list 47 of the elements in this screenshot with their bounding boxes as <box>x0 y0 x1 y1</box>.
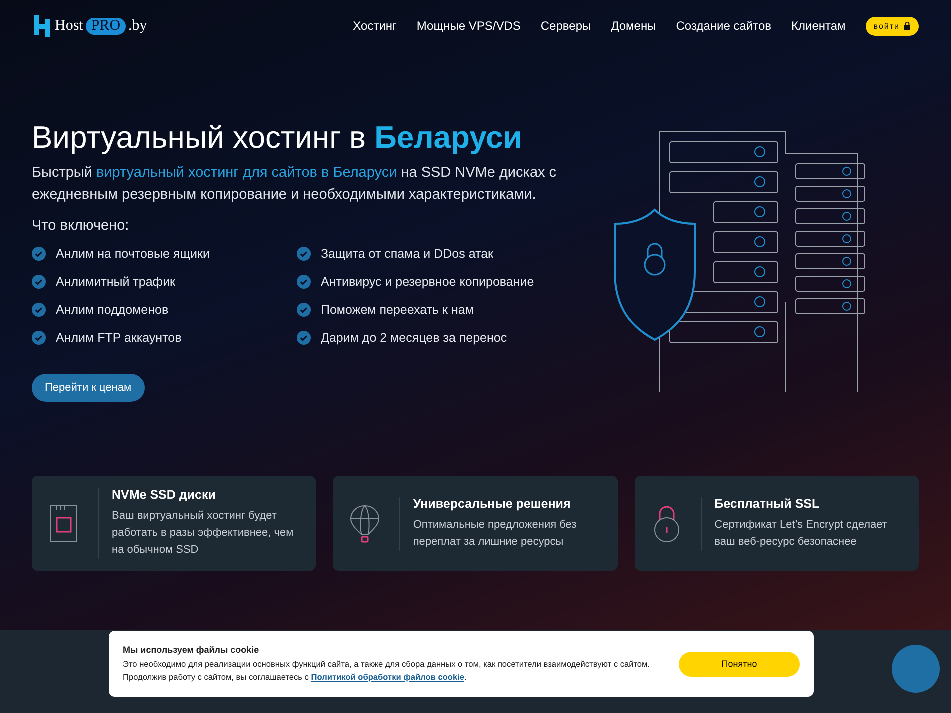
logo-domain: .by <box>128 18 148 34</box>
feature-text: Защита от спама и DDos атак <box>321 247 494 261</box>
check-icon <box>32 247 46 261</box>
padlock-icon <box>652 504 682 544</box>
check-icon <box>32 303 46 317</box>
feature-text: Анлим поддоменов <box>56 303 169 317</box>
check-icon <box>32 275 46 289</box>
feature-text: Анлим на почтовые ящики <box>56 247 210 261</box>
included-heading: Что включено: <box>32 218 130 234</box>
nav-link[interactable]: Клиентам <box>792 19 846 33</box>
login-button[interactable]: войти <box>866 16 919 36</box>
hot-air-balloon-icon <box>350 504 380 544</box>
card-text: Оптимальные предложения без переплат за лишние ресурсы <box>413 518 578 550</box>
nav-link[interactable]: Серверы <box>540 19 592 33</box>
card-text: Ваш виртуальный хостинг будет работать в разы эффективнее, чем на обычном SSD <box>112 509 295 558</box>
prices-button[interactable]: Перейти к ценам <box>32 374 145 402</box>
chat-button[interactable] <box>892 645 940 693</box>
memory-card-icon <box>49 504 79 544</box>
nav-link[interactable]: Мощные VPS/VDS <box>416 19 521 33</box>
cookie-text: Это необходимо для реализации основных функций сайта, а также для сбора данных о том, как посетители взаимодействуют с сайтом. <box>123 658 652 670</box>
policy-link[interactable]: Политикой обработки файлов cookie <box>311 672 465 682</box>
logo-text: Host <box>55 18 84 34</box>
nav-link[interactable]: Домены <box>611 19 656 33</box>
logo-icon <box>32 13 52 39</box>
cookie-title: Мы используем файлы cookie <box>123 644 260 654</box>
accept-button[interactable]: Понятно <box>679 652 800 676</box>
card-title: NVMe SSD диски <box>112 488 217 502</box>
card-title: Бесплатный SSL <box>714 496 821 510</box>
card-title: Универсальные решения <box>413 496 572 510</box>
lock-icon <box>904 22 911 30</box>
check-icon <box>297 331 311 345</box>
hero-subtitle: Быстрый виртуальный хостинг для сайтов в Беларуси на SSD NVMe дисках с ежедневным резервным копирование и необходимыми характеристиками. <box>32 164 558 205</box>
feature-text: Поможем переехать к нам <box>321 303 474 317</box>
card-text: Сертификат Let’s Encrypt сделает ваш веб-ресурс безопаснее <box>714 518 888 550</box>
feature-text: Анлимитный трафик <box>56 275 176 289</box>
nav-link[interactable]: Хостинг <box>353 19 397 33</box>
feature-text: Анлим FTP аккаунтов <box>56 331 182 345</box>
check-icon <box>297 275 311 289</box>
cookie-consent-text: Продолжив работу с сайтом, вы соглашаетесь с Политикой обработки файлов cookie. <box>123 670 468 684</box>
logo-badge: PRO <box>86 18 126 34</box>
check-icon <box>32 331 46 345</box>
hero-title: Виртуальный хостинг в Беларуси <box>32 120 524 156</box>
check-icon <box>297 303 311 317</box>
feature-text: Дарим до 2 месяцев за перенос <box>321 331 508 345</box>
feature-text: Антивирус и резервное копирование <box>321 275 534 289</box>
nav-link[interactable]: Создание сайтов <box>676 19 772 33</box>
check-icon <box>297 247 311 261</box>
